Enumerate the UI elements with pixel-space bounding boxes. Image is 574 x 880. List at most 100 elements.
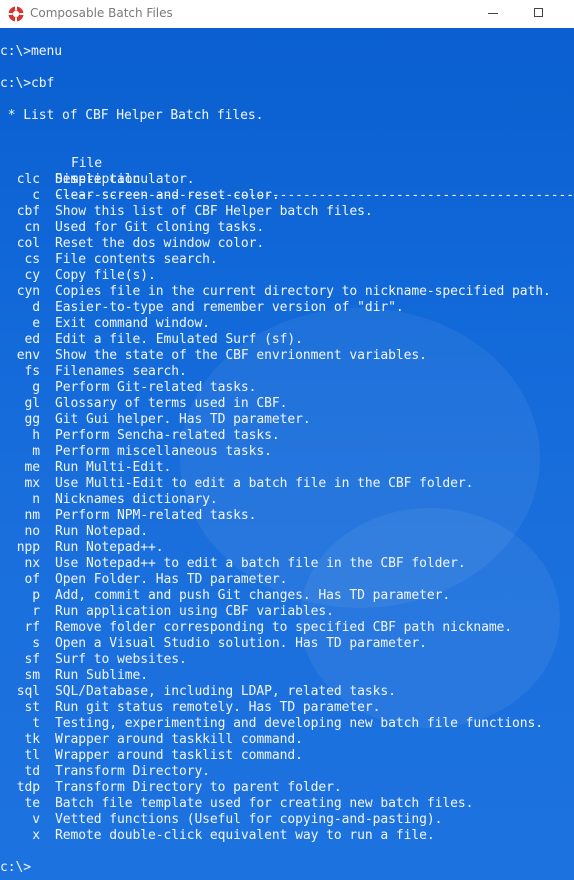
list-item: t Testing, experimenting and developing n… bbox=[0, 716, 574, 732]
list-intro: * List of CBF Helper Batch files. bbox=[0, 108, 264, 123]
file-description: Use Notepad++ to edit a batch file in th… bbox=[55, 556, 466, 571]
file-description: SQL/Database, including LDAP, related ta… bbox=[55, 684, 396, 699]
file-code: r bbox=[32, 604, 40, 619]
file-description: Wrapper around tasklist command. bbox=[55, 748, 303, 763]
list-item: st Run git status remotely. Has TD parame… bbox=[0, 700, 574, 716]
file-description: Copies file in the current directory to … bbox=[55, 284, 551, 299]
table-separator: ---- -----------------------------------… bbox=[0, 156, 574, 203]
file-code: t bbox=[32, 716, 40, 731]
list-item: c Clear screen and reset color. bbox=[0, 188, 574, 204]
file-description: Open Folder. Has TD parameter. bbox=[55, 572, 288, 587]
file-description: Run Sublime. bbox=[55, 668, 148, 683]
list-item: v Vetted functions (Useful for copying-an… bbox=[0, 812, 574, 828]
file-description: Wrapper around taskkill command. bbox=[55, 732, 303, 747]
file-code: s bbox=[32, 636, 40, 651]
file-code: cn bbox=[24, 220, 41, 235]
list-item: x Remote double-click equivalent way to r… bbox=[0, 828, 574, 844]
file-code: clc bbox=[16, 172, 40, 187]
file-code: of bbox=[24, 572, 41, 587]
file-code: d bbox=[32, 300, 40, 315]
list-item: env Show the state of the CBF envrionment… bbox=[0, 348, 574, 364]
file-code: p bbox=[32, 588, 40, 603]
list-item: cyn Copies file in the current directory … bbox=[0, 284, 574, 300]
file-description: Reset the dos window color. bbox=[55, 236, 265, 251]
file-code: fs bbox=[24, 364, 41, 379]
file-description: Perform miscellaneous tasks. bbox=[55, 444, 272, 459]
file-description: Clear screen and reset color. bbox=[55, 188, 280, 203]
file-description: Exit command window. bbox=[55, 316, 210, 331]
list-item: sf Surf to websites. bbox=[0, 652, 574, 668]
file-description: Nicknames dictionary. bbox=[55, 492, 218, 507]
list-item: cy Copy file(s). bbox=[0, 268, 574, 284]
file-description: Vetted functions (Useful for copying-and… bbox=[55, 812, 443, 827]
list-item: d Easier-to-type and remember version of … bbox=[0, 300, 574, 316]
list-item: p Add, commit and push Git changes. Has T… bbox=[0, 588, 574, 604]
list-item: td Transform Directory. bbox=[0, 764, 574, 780]
file-description: Glossary of terms used in CBF. bbox=[55, 396, 288, 411]
file-code: c bbox=[32, 188, 40, 203]
list-item: n Nicknames dictionary. bbox=[0, 492, 574, 508]
list-item: rf Remove folder corresponding to specifi… bbox=[0, 620, 574, 636]
file-description: Perform Sencha-related tasks. bbox=[55, 428, 280, 443]
file-code: tdp bbox=[16, 780, 40, 795]
list-item: ed Edit a file. Emulated Surf (sf). bbox=[0, 332, 574, 348]
list-item: te Batch file template used for creating … bbox=[0, 796, 574, 812]
file-code: col bbox=[16, 236, 40, 251]
list-item: tl Wrapper around tasklist command. bbox=[0, 748, 574, 764]
console-window: Composable Batch Files c:\>menu c:\> cbf … bbox=[0, 0, 574, 880]
list-item: npp Run Notepad++. bbox=[0, 540, 574, 556]
file-description: Show this list of CBF Helper batch files… bbox=[55, 204, 373, 219]
list-item: gg Git Gui helper. Has TD parameter. bbox=[0, 412, 574, 428]
file-description: Perform NPM-related tasks. bbox=[55, 508, 257, 523]
file-code: tk bbox=[24, 732, 41, 747]
list-item: r Run application using CBF variables. bbox=[0, 604, 574, 620]
list-item: no Run Notepad. bbox=[0, 524, 574, 540]
file-description: Filenames search. bbox=[55, 364, 187, 379]
file-code: g bbox=[32, 380, 40, 395]
file-code: cbf bbox=[16, 204, 40, 219]
file-description: Run Notepad. bbox=[55, 524, 148, 539]
file-description: Simple calculator. bbox=[55, 172, 195, 187]
list-item: fs Filenames search. bbox=[0, 364, 574, 380]
file-description: Batch file template used for creating ne… bbox=[55, 796, 474, 811]
file-description: Transform Directory to parent folder. bbox=[55, 780, 342, 795]
list-item: h Perform Sencha-related tasks. bbox=[0, 428, 574, 444]
file-description: Run git status remotely. Has TD paramete… bbox=[55, 700, 381, 715]
list-item: g Perform Git-related tasks. bbox=[0, 380, 574, 396]
command-line: c:\>cbf bbox=[0, 76, 55, 91]
list-item: tdp Transform Directory to parent folder. bbox=[0, 780, 574, 796]
list-item: nm Perform NPM-related tasks. bbox=[0, 508, 574, 524]
file-description: Use Multi-Edit to edit a batch file in t… bbox=[55, 476, 474, 491]
file-code: x bbox=[32, 828, 40, 843]
file-description: Open a Visual Studio solution. Has TD pa… bbox=[55, 636, 427, 651]
list-item: m Perform miscellaneous tasks. bbox=[0, 444, 574, 460]
file-code: nm bbox=[24, 508, 41, 523]
file-description: File contents search. bbox=[55, 252, 218, 267]
file-description: Edit a file. Emulated Surf (sf). bbox=[55, 332, 303, 347]
list-item: s Open a Visual Studio solution. Has TD p… bbox=[0, 636, 574, 652]
list-item: col Reset the dos window color. bbox=[0, 236, 574, 252]
file-description: Perform Git-related tasks. bbox=[55, 380, 257, 395]
console-output[interactable]: c:\>menu c:\>cbf * List of CBF Helper Ba… bbox=[0, 28, 574, 880]
cbf-app-icon[interactable] bbox=[8, 6, 24, 22]
file-code: npp bbox=[16, 540, 40, 555]
file-code: st bbox=[24, 700, 41, 715]
file-code: no bbox=[24, 524, 41, 539]
command-prompt[interactable]: c:\> bbox=[0, 860, 31, 876]
file-code: td bbox=[24, 764, 41, 779]
file-description: Git Gui helper. Has TD parameter. bbox=[55, 412, 311, 427]
file-code: h bbox=[32, 428, 40, 443]
file-description: Run Multi-Edit. bbox=[55, 460, 172, 475]
file-code: cy bbox=[24, 268, 41, 283]
file-code: gg bbox=[24, 412, 41, 427]
file-code: nx bbox=[24, 556, 41, 571]
file-code: me bbox=[24, 460, 41, 475]
file-code: m bbox=[32, 444, 40, 459]
table-header: File Description bbox=[0, 140, 574, 187]
title-bar[interactable]: Composable Batch Files bbox=[0, 0, 574, 28]
file-description: Testing, experimenting and developing ne… bbox=[55, 716, 544, 731]
file-description: Remove folder corresponding to specified… bbox=[55, 620, 513, 635]
list-item: tk Wrapper around taskkill command. bbox=[0, 732, 574, 748]
maximize-button[interactable] bbox=[516, 0, 562, 28]
minimize-button[interactable] bbox=[470, 0, 516, 28]
